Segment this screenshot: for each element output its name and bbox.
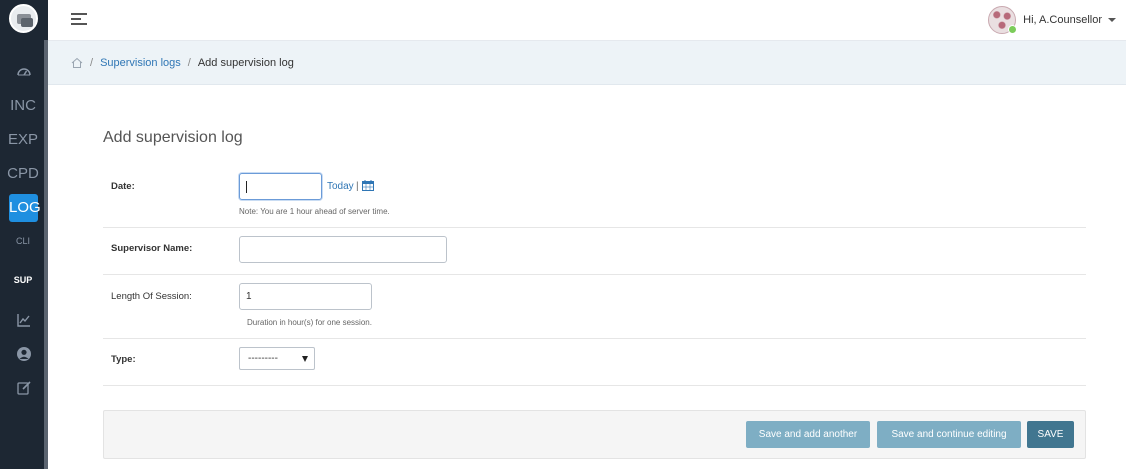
type-row: Type: --------- bbox=[103, 339, 1086, 386]
length-help: Duration in hour(s) for one session. bbox=[247, 318, 372, 327]
chart-icon[interactable] bbox=[16, 312, 32, 328]
edit-icon[interactable] bbox=[16, 380, 32, 396]
length-label: Length Of Session: bbox=[111, 291, 192, 302]
breadcrumb: / Supervision logs / Add supervision log bbox=[48, 41, 1126, 85]
online-status-icon bbox=[1008, 25, 1018, 34]
app-logo[interactable] bbox=[9, 4, 38, 33]
supervisor-row: Supervisor Name: bbox=[103, 228, 1086, 275]
sidebar-item-sup[interactable]: SUP bbox=[0, 275, 46, 285]
breadcrumb-current: Add supervision log bbox=[197, 56, 294, 69]
sidebar-item-inc[interactable]: INC bbox=[0, 97, 46, 114]
supervisor-label: Supervisor Name: bbox=[111, 243, 193, 254]
sidebar-item-log[interactable]: LOG bbox=[9, 194, 41, 222]
date-label: Date: bbox=[111, 181, 135, 192]
type-select[interactable]: --------- bbox=[239, 347, 315, 370]
text-cursor bbox=[246, 180, 247, 193]
top-bar: Hi, A.Counsellor bbox=[48, 0, 1126, 41]
home-icon[interactable] bbox=[71, 57, 83, 69]
length-value: 1 bbox=[246, 291, 252, 302]
calendar-icon[interactable] bbox=[362, 180, 374, 191]
sidebar: INC EXP CPD LOG CLI SUP bbox=[0, 0, 48, 469]
save-and-add-another-button[interactable]: Save and add another bbox=[746, 421, 870, 448]
save-button[interactable]: SAVE bbox=[1027, 421, 1074, 448]
date-input[interactable] bbox=[239, 173, 322, 200]
dashboard-icon[interactable] bbox=[16, 64, 32, 80]
sidebar-item-cpd[interactable]: CPD bbox=[0, 165, 46, 182]
page-title: Add supervision log bbox=[103, 129, 243, 146]
length-input[interactable]: 1 bbox=[239, 283, 372, 310]
length-row: Length Of Session: 1 Duration in hour(s)… bbox=[103, 275, 1086, 339]
submit-row: Save and add another Save and continue e… bbox=[103, 410, 1086, 459]
supervisor-name-input[interactable] bbox=[239, 236, 447, 263]
separator: | bbox=[356, 181, 359, 192]
date-row: Date: Today | Note: You are 1 hour ahead… bbox=[103, 171, 1086, 228]
sidebar-item-exp[interactable]: EXP bbox=[0, 131, 46, 148]
breadcrumb-separator: / bbox=[90, 56, 94, 69]
today-link[interactable]: Today bbox=[327, 181, 354, 192]
sidebar-item-cli[interactable]: CLI bbox=[0, 236, 46, 246]
save-and-continue-editing-button[interactable]: Save and continue editing bbox=[877, 421, 1021, 448]
user-menu[interactable]: Hi, A.Counsellor bbox=[988, 5, 1116, 35]
user-circle-icon[interactable] bbox=[16, 346, 32, 362]
caret-down-icon[interactable] bbox=[1108, 18, 1116, 22]
server-time-note: Note: You are 1 hour ahead of server tim… bbox=[239, 207, 390, 216]
dropdown-arrow-icon bbox=[302, 356, 308, 362]
breadcrumb-separator: / bbox=[187, 56, 191, 69]
type-label: Type: bbox=[111, 354, 136, 365]
main-content: Add supervision log Date: Today | Note: … bbox=[48, 85, 1126, 469]
menu-toggle-icon[interactable] bbox=[71, 13, 87, 27]
avatar[interactable] bbox=[988, 6, 1018, 34]
user-greeting[interactable]: Hi, A.Counsellor bbox=[1023, 14, 1102, 26]
breadcrumb-link-supervision-logs[interactable]: Supervision logs bbox=[100, 57, 181, 69]
type-selected: --------- bbox=[248, 353, 278, 364]
